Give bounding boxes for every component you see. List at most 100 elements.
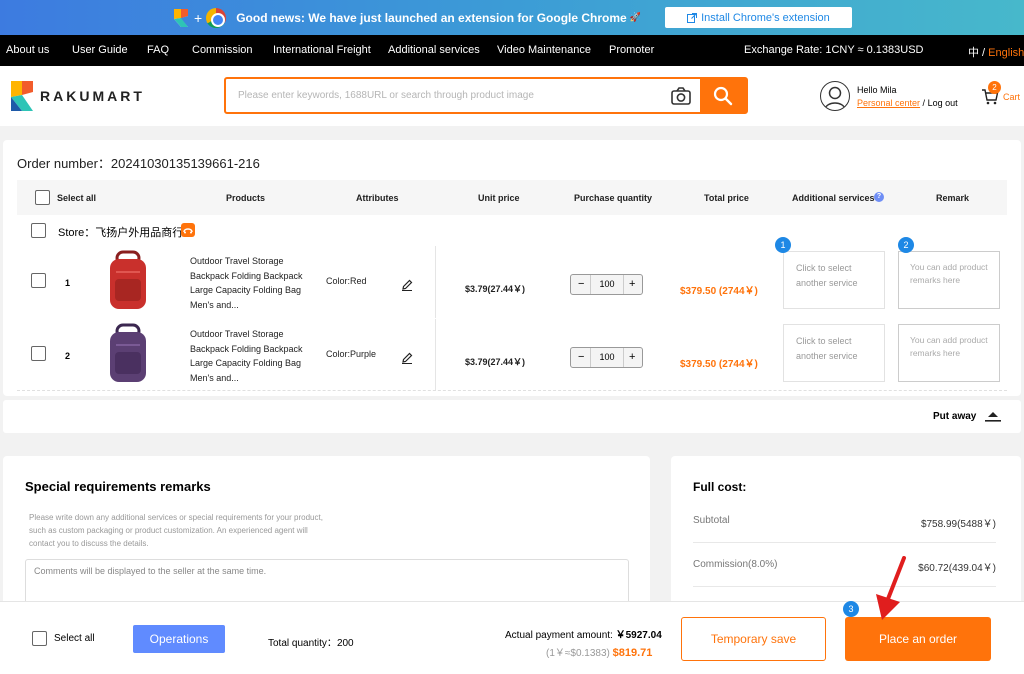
search-button[interactable] (700, 79, 746, 112)
col-select-all: Select all (57, 193, 97, 203)
additional-service-select[interactable]: Click to select another service (783, 251, 885, 309)
subtotal-value: $758.99(5488￥) (920, 519, 996, 530)
lang-chinese[interactable]: 中 (968, 47, 979, 59)
store-name: Store：飞扬户外用品商行 (58, 224, 183, 240)
camera-icon[interactable] (670, 86, 692, 106)
quantity-stepper[interactable]: − 100 + (570, 347, 643, 368)
search-input[interactable]: Please enter keywords, 1688URL or search… (238, 90, 534, 101)
nav-additional-services[interactable]: Additional services (388, 44, 480, 56)
increase-button[interactable]: + (629, 278, 635, 290)
temporary-save-button[interactable]: Temporary save (681, 617, 826, 661)
product-image[interactable] (103, 249, 153, 315)
quantity-stepper[interactable]: − 100 + (570, 274, 643, 295)
product-name[interactable]: Outdoor Travel Storage Backpack Folding … (190, 327, 305, 385)
full-cost-title: Full cost: (693, 480, 747, 494)
decrease-button[interactable]: − (578, 278, 584, 290)
footer-select-all-checkbox[interactable] (32, 631, 47, 646)
greeting: Hello Mila (857, 85, 897, 95)
rakumart-mark-icon (10, 80, 34, 112)
col-attributes: Attributes (356, 193, 399, 203)
logo-text: RAKUMART (40, 88, 145, 104)
quantity-value[interactable]: 100 (599, 279, 615, 289)
unit-price: $3.79(27.44￥) (465, 284, 526, 294)
nav-video-maintenance[interactable]: Video Maintenance (497, 44, 591, 56)
language-switch: 中 / English (968, 44, 1024, 60)
remark-textarea[interactable]: You can add product remarks here (898, 251, 1000, 309)
plus-sign: + (194, 9, 203, 26)
nav-promoter[interactable]: Promoter (609, 44, 654, 56)
col-products: Products (226, 193, 266, 203)
red-arrow-icon (876, 556, 906, 620)
product-name[interactable]: Outdoor Travel Storage Backpack Folding … (190, 254, 305, 312)
nav-user-guide[interactable]: User Guide (72, 44, 128, 56)
decrease-button[interactable]: − (578, 351, 584, 363)
actual-payment-label: Actual payment amount: (505, 630, 616, 641)
additional-service-select[interactable]: Click to select another service (783, 324, 885, 382)
table-row: 1 Outdoor Travel Storage Backpack Foldin… (3, 246, 1021, 321)
avatar[interactable] (820, 81, 850, 111)
store-chat-icon[interactable] (181, 223, 195, 237)
usd-total: $819.71 (612, 647, 653, 659)
special-requirements-panel: Special requirements remarks Please writ… (3, 456, 650, 609)
cart-button[interactable]: 2 Cart (981, 81, 1021, 106)
place-order-button[interactable]: Place an order (845, 617, 991, 661)
product-attribute: Color:Purple (326, 349, 377, 359)
total-price: $379.50 (2744￥) (680, 286, 758, 297)
quantity-value[interactable]: 100 (599, 352, 615, 362)
increase-button[interactable]: + (629, 351, 635, 363)
lang-english[interactable]: English (988, 47, 1024, 59)
collapse-up-icon (985, 412, 1001, 422)
top-navigation: About us User Guide FAQ Commission Inter… (0, 35, 1024, 66)
cost-divider (693, 542, 996, 543)
header-select-all-checkbox[interactable] (35, 190, 50, 205)
remark-textarea[interactable]: You can add product remarks here (898, 324, 1000, 382)
rows-divider (17, 390, 1007, 391)
exchange-rate: Exchange Rate: 1CNY ≈ 0.1383USD (744, 44, 924, 56)
store-checkbox[interactable] (31, 223, 46, 238)
cart-label: Cart (1003, 92, 1021, 102)
help-icon[interactable]: ? (874, 192, 884, 202)
nav-international-freight[interactable]: International Freight (273, 44, 371, 56)
nav-about-us[interactable]: About us (6, 44, 49, 56)
nav-commission[interactable]: Commission (192, 44, 253, 56)
rocket-icon: 🚀 (629, 12, 641, 22)
total-price: $379.50 (2744￥) (680, 359, 758, 370)
account-links: Personal center / Log out (857, 98, 958, 108)
search-bar[interactable]: Please enter keywords, 1688URL or search… (224, 77, 748, 114)
nav-faq[interactable]: FAQ (147, 44, 169, 56)
put-away-bar[interactable]: Put away (3, 400, 1021, 433)
search-icon (713, 86, 733, 105)
store-name-value[interactable]: 飞扬户外用品商行 (95, 227, 183, 239)
row-checkbox[interactable] (31, 273, 46, 288)
site-header: RAKUMART Please enter keywords, 1688URL … (0, 66, 1024, 126)
logout-link[interactable]: Log out (928, 98, 958, 108)
order-number-value: 20241030135139661-216 (110, 156, 260, 171)
product-image[interactable] (103, 322, 153, 388)
commission-value: $60.72(439.04￥) (918, 563, 996, 574)
edit-icon[interactable] (401, 279, 413, 291)
rate-note: (1￥≈$0.1383) (546, 648, 610, 659)
order-number-label: Order number： (17, 156, 111, 171)
col-remark: Remark (936, 193, 970, 203)
chrome-icon (206, 7, 227, 28)
operations-button[interactable]: Operations (133, 625, 225, 653)
divider (435, 319, 436, 391)
row-checkbox[interactable] (31, 346, 46, 361)
table-header: Select all Products Attributes Unit pric… (17, 180, 1007, 215)
install-extension-button[interactable]: Install Chrome's extension (664, 7, 852, 28)
commission-label: Commission(8.0%) (693, 559, 778, 570)
site-logo[interactable]: RAKUMART (10, 80, 145, 112)
banner-message: Good news: We have just launched an exte… (236, 10, 627, 25)
col-total-price: Total price (704, 193, 749, 203)
total-quantity-label: Total quantity： (268, 638, 337, 649)
promo-banner: + Good news: We have just launched an ex… (0, 0, 1024, 35)
edit-icon[interactable] (401, 352, 413, 364)
product-attribute: Color:Red (326, 276, 367, 286)
total-quantity-value: 200 (336, 638, 354, 649)
cost-divider (693, 586, 996, 587)
special-requirements-title: Special requirements remarks (25, 479, 211, 494)
personal-center-link[interactable]: Personal center (857, 98, 920, 108)
row-index: 1 (65, 278, 71, 288)
step-marker: 2 (898, 237, 914, 253)
table-row: 2 Outdoor Travel Storage Backpack Foldin… (3, 319, 1021, 394)
